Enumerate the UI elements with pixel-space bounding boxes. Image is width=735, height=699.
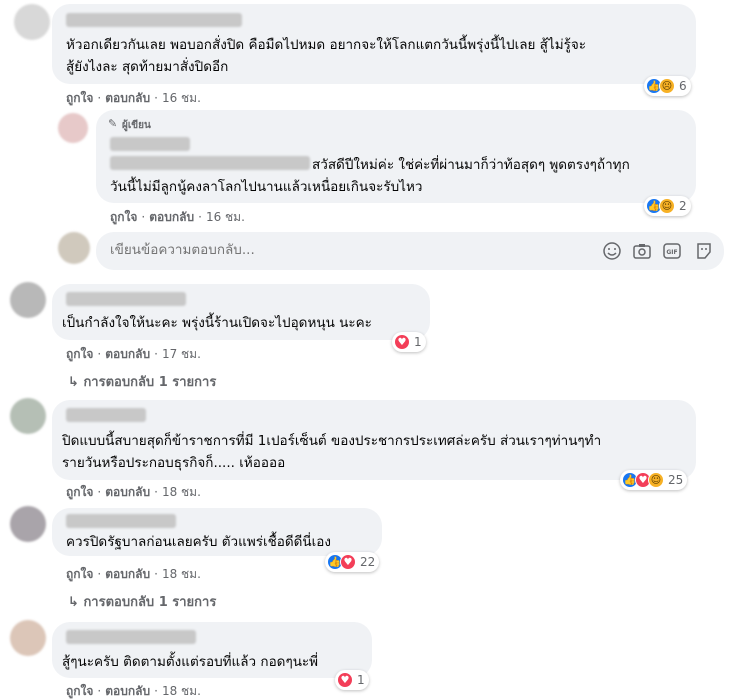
reply-arrow-icon: ↳ [68,595,79,610]
reaction-count: 1 [357,673,365,687]
reaction-summary[interactable]: 👍 ☹ 6 [644,76,691,96]
comment-text: สวัสดีปีใหม่ค่ะ ใช่ค่ะที่ผ่านมาก็ว่าท้อส… [312,157,630,173]
comment-actions: ถูกใจ · ตอบกลับ · 18 ชม. [66,485,201,499]
care-face-icon: ☺ [659,198,675,214]
comment-text: เป็นกำลังใจให้นะคะ พรุ่งนี้ร้านเปิดจะไปอ… [62,315,372,331]
reaction-count: 22 [360,555,376,569]
like-link[interactable]: ถูกใจ [66,91,93,105]
camera-icon[interactable] [632,241,652,261]
avatar[interactable] [58,113,88,143]
comment-text: วันนี้ไม่มีลูกนู้คงลาโลกไปนานแล้วเหนื่อย… [110,179,423,195]
comment-text: หัวอกเดียวกันเลย พอบอกสั่งปิด คือมืดไปหม… [66,37,587,53]
comment-bubble: สู้ๆนะครับ ติดตามตั้งแต่รอบที่แล้ว กอดๆน… [52,622,372,678]
comment-text: รายวันหรือประกอบธุรกิจก็..... เห้ออออ [62,455,286,471]
emoji-icon[interactable] [602,241,622,261]
sad-face-icon: ☹ [659,78,675,94]
comment-actions: ถูกใจ · ตอบกลับ · 18 ชม. [66,567,201,581]
commenter-name[interactable] [66,408,146,422]
comment-actions: ถูกใจ · ตอบกลับ · 18 ชม. [66,684,201,698]
reaction-count: 2 [679,199,687,213]
svg-text:GIF: GIF [666,249,677,256]
gif-icon[interactable]: GIF [662,241,682,261]
commenter-name[interactable] [110,156,310,170]
reply-arrow-icon: ↳ [68,375,79,390]
avatar [58,232,90,264]
like-link[interactable]: ถูกใจ [66,347,93,361]
avatar[interactable] [14,4,50,40]
comment-bubble: ปิดแบบนี้สบายสุดก็ข้าราชการที่มี 1เปอร์เ… [52,400,696,480]
replies-count-label: การตอบกลับ 1 รายการ [83,595,217,610]
reply-link[interactable]: ตอบกลับ [105,684,150,698]
pencil-icon: ✎ [108,117,118,130]
commenter-name[interactable] [110,137,190,151]
reply-input[interactable] [110,242,570,258]
like-link[interactable]: ถูกใจ [66,567,93,581]
reply-link[interactable]: ตอบกลับ [105,485,150,499]
comment-text: ควรปิดรัฐบาลก่อนเลยครับ ตัวแพร่เชื้อดีดี… [66,534,331,550]
commenter-name[interactable] [66,630,196,644]
comment-actions: ถูกใจ · ตอบกลับ · 17 ชม. [66,347,201,361]
reaction-count: 6 [679,79,687,93]
commenter-name[interactable] [66,13,242,27]
comment-bubble: ควรปิดรัฐบาลก่อนเลยครับ ตัวแพร่เชื้อดีดี… [52,508,382,556]
laugh-face-icon: ☺ [648,472,664,488]
reply-link[interactable]: ตอบกลับ [105,567,150,581]
avatar[interactable] [10,506,46,542]
comment-bubble: หัวอกเดียวกันเลย พอบอกสั่งปิด คือมืดไปหม… [52,4,696,84]
reply-link[interactable]: ตอบกลับ [149,210,194,224]
timestamp[interactable]: 16 ชม. [206,210,245,224]
comment-text: สู้ๆนะครับ ติดตามตั้งแต่รอบที่แล้ว กอดๆน… [62,654,319,670]
view-replies-link[interactable]: ↳ การตอบกลับ 1 รายการ [68,591,216,612]
avatar[interactable] [10,398,46,434]
reaction-count: 25 [668,473,684,487]
timestamp[interactable]: 16 ชม. [162,91,201,105]
timestamp[interactable]: 18 ชม. [162,567,201,581]
like-link[interactable]: ถูกใจ [110,210,137,224]
heart-icon: ♥ [337,672,353,688]
comment-actions: ถูกใจ · ตอบกลับ · 16 ชม. [110,210,245,224]
reaction-count: 1 [414,335,422,349]
avatar[interactable] [10,620,46,656]
like-link[interactable]: ถูกใจ [66,485,93,499]
comment-text: สู้ยังไงละ สุดท้ายมาสั่งปิดอีก [66,59,229,75]
replies-count-label: การตอบกลับ 1 รายการ [83,375,217,390]
reaction-summary[interactable]: ♥ 1 [392,332,426,352]
comment-actions: ถูกใจ · ตอบกลับ · 16 ชม. [66,91,201,105]
reply-link[interactable]: ตอบกลับ [105,91,150,105]
reaction-summary[interactable]: 👍 ♥ 22 [325,552,380,572]
timestamp[interactable]: 18 ชม. [162,485,201,499]
view-replies-link[interactable]: ↳ การตอบกลับ 1 รายการ [68,371,216,392]
commenter-name[interactable] [66,292,186,306]
reaction-summary[interactable]: ♥ 1 [335,670,369,690]
comment-bubble: เป็นกำลังใจให้นะคะ พรุ่งนี้ร้านเปิดจะไปอ… [52,284,430,340]
heart-icon: ♥ [394,334,410,350]
timestamp[interactable]: 17 ชม. [162,347,201,361]
heart-icon: ♥ [340,554,356,570]
reaction-summary[interactable]: 👍 ♥ ☺ 25 [620,470,688,490]
sticker-icon[interactable] [694,241,714,261]
like-link[interactable]: ถูกใจ [66,684,93,698]
commenter-name[interactable] [66,514,176,528]
timestamp[interactable]: 18 ชม. [162,684,201,698]
reaction-summary[interactable]: 👍 ☺ 2 [644,196,691,216]
reply-box: GIF [96,232,724,270]
avatar[interactable] [10,282,46,318]
author-badge: ผู้เขียน [122,120,151,131]
comment-bubble: ✎ ผู้เขียน สวัสดีปีใหม่ค่ะ ใช่ค่ะที่ผ่าน… [96,110,696,203]
reply-link[interactable]: ตอบกลับ [105,347,150,361]
comment-text: ปิดแบบนี้สบายสุดก็ข้าราชการที่มี 1เปอร์เ… [62,433,602,449]
